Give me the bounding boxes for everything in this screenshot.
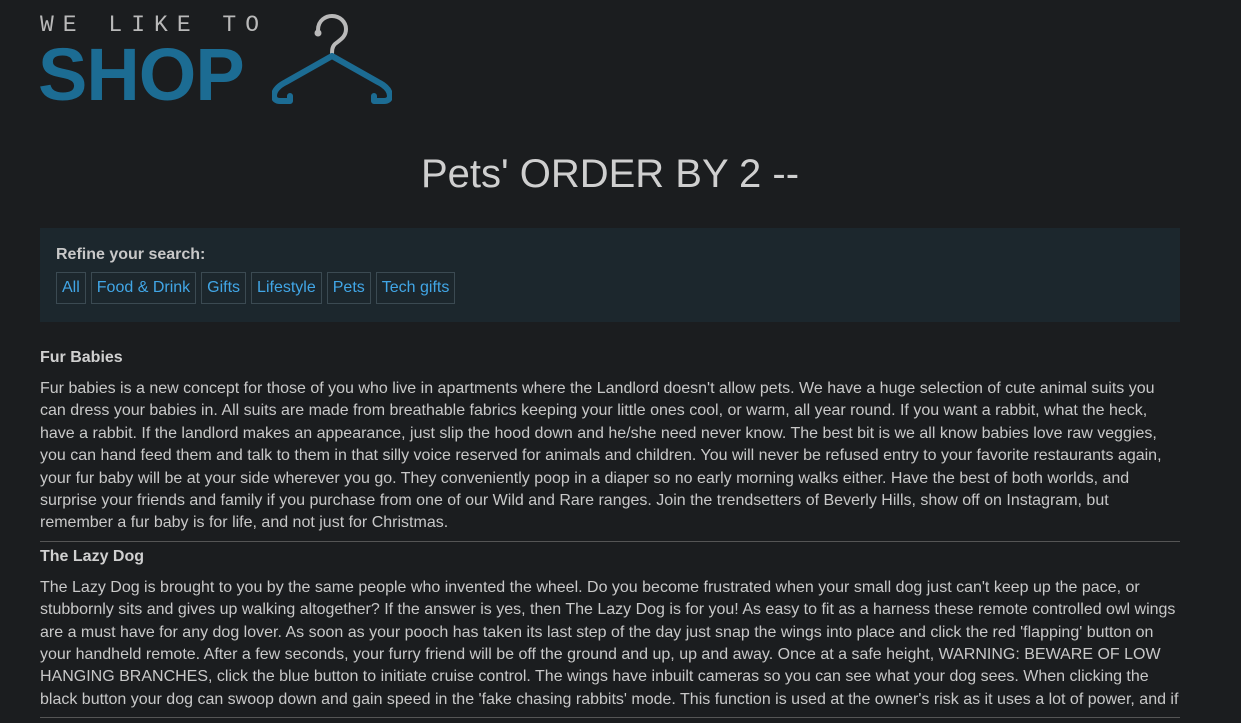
site-logo[interactable]: WE LIKE TO SHOP (38, 12, 400, 116)
product-item: The Lazy Dog The Lazy Dog is brought to … (40, 547, 1180, 719)
page-title: Pets' ORDER BY 2 -- (420, 152, 800, 196)
filter-food-drink[interactable]: Food & Drink (90, 272, 197, 304)
refine-search-panel: Refine your search: All Food & Drink Gif… (40, 228, 1180, 322)
logo-wordmark: SHOP (38, 33, 245, 116)
filter-pets[interactable]: Pets (326, 272, 371, 304)
filter-lifestyle[interactable]: Lifestyle (251, 272, 322, 304)
refine-search-label: Refine your search: (56, 246, 206, 263)
category-filters: All Food & Drink Gifts Lifestyle Pets Te… (56, 272, 1164, 304)
filter-gifts[interactable]: Gifts (201, 272, 247, 304)
hanger-icon (272, 14, 392, 104)
product-item: Fur Babies Fur babies is a new concept f… (40, 348, 1180, 542)
product-description: Fur babies is a new concept for those of… (40, 380, 1162, 532)
product-name[interactable]: The Lazy Dog (40, 547, 1180, 567)
product-list: Fur Babies Fur babies is a new concept f… (40, 348, 1180, 723)
filter-all[interactable]: All (56, 272, 86, 304)
product-description: The Lazy Dog is brought to you by the sa… (40, 578, 1179, 708)
product-name[interactable]: Fur Babies (40, 348, 1180, 368)
filter-tech-gifts[interactable]: Tech gifts (375, 272, 456, 304)
